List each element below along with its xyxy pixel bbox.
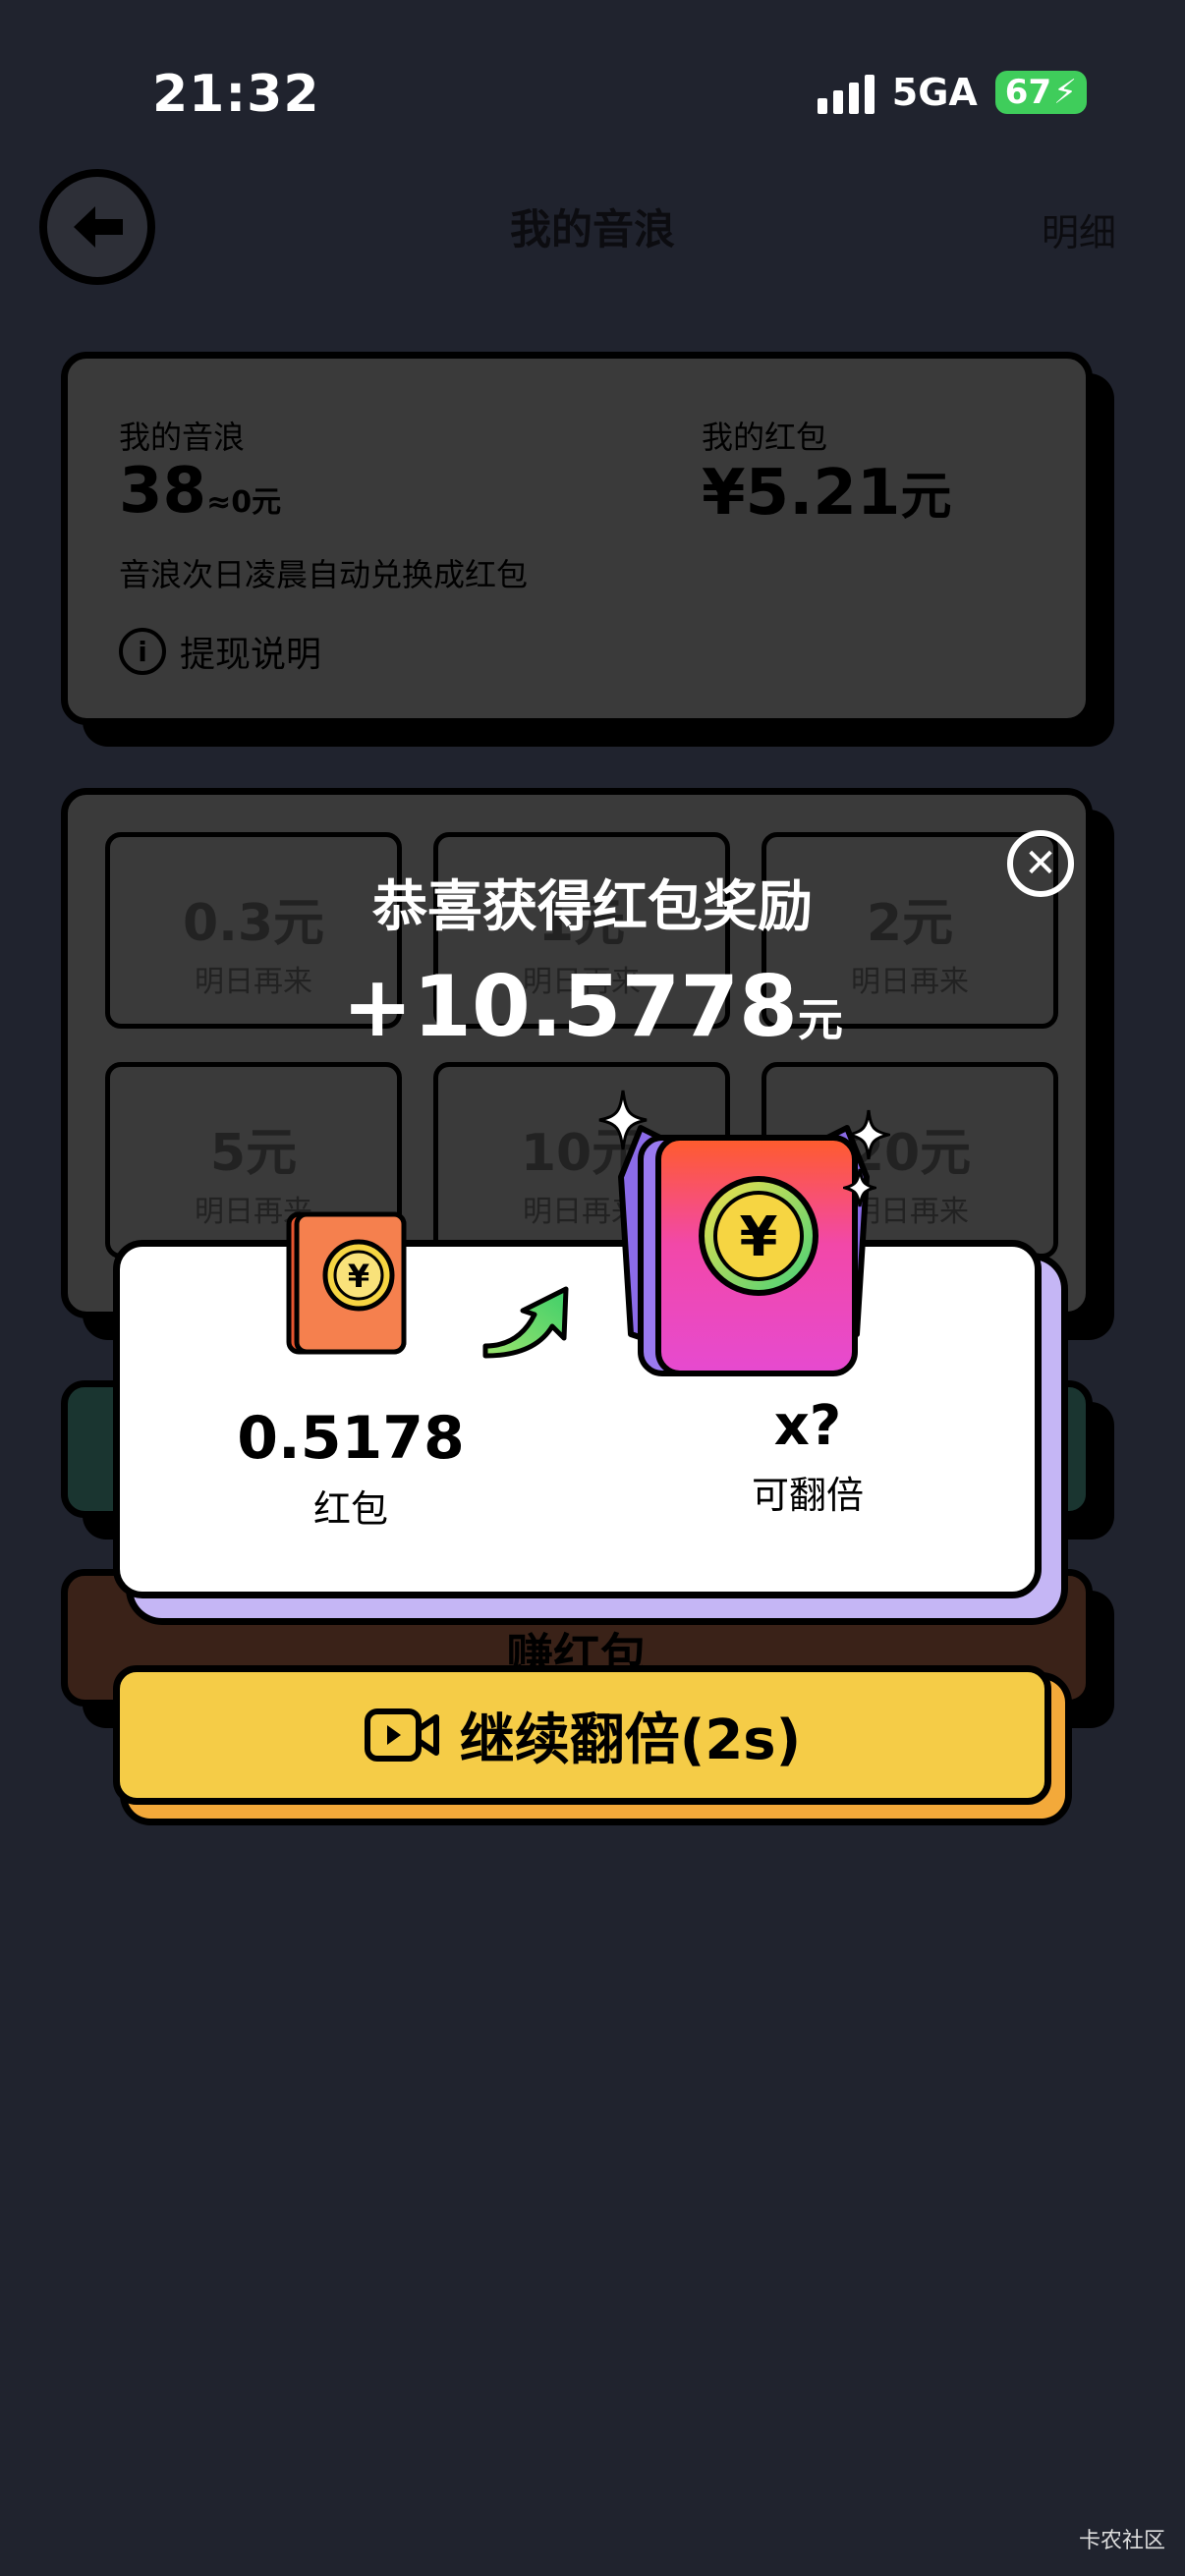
exchange-note: 音浪次日凌晨自动兑换成红包 — [119, 556, 529, 593]
withdraw-info-label: 提现说明 — [180, 635, 322, 675]
upgrade-arrow-icon — [482, 1286, 569, 1359]
svg-text:¥: ¥ — [348, 1258, 369, 1295]
close-button[interactable]: ✕ — [1007, 830, 1074, 897]
network-label: 5GA — [891, 71, 978, 114]
red-packet-amount: 0.5178 — [237, 1404, 465, 1473]
reward-amount-value: +10.5778 — [342, 958, 798, 1056]
red-packet-label: 我的红包 — [702, 419, 828, 456]
reward-title: 恭喜获得红包奖励 — [372, 875, 813, 939]
watermark: 卡农社区 — [1078, 2529, 1165, 2553]
signal-icon — [817, 71, 875, 114]
sparkle-icon — [598, 1090, 648, 1150]
status-indicators: 5GA 67 ⚡ — [817, 71, 1087, 114]
sound-wave-label: 我的音浪 — [119, 419, 246, 456]
battery-icon: 67 ⚡ — [994, 71, 1087, 114]
battery-level: 67 — [1004, 73, 1052, 112]
wallet-card: 我的音浪 38≈0元 我的红包 ¥5.21元 音浪次日凌晨自动兑换成红包 i 提… — [61, 352, 1093, 725]
reward-amount: +10.5778元 — [0, 958, 1185, 1056]
page-title: 我的音浪 — [509, 205, 675, 253]
grid-cell-value: 5元 — [209, 1124, 298, 1183]
continue-double-label: 继续翻倍(2s) — [459, 1708, 802, 1772]
multiplier-label: 可翻倍 — [751, 1474, 864, 1517]
sparkle-icon — [847, 1109, 890, 1160]
svg-text:¥: ¥ — [740, 1205, 778, 1269]
reward-amount-unit: 元 — [797, 993, 843, 1046]
sound-wave-equiv: ≈0元 — [206, 485, 282, 520]
detail-link[interactable]: 明细 — [1042, 202, 1116, 256]
video-icon — [364, 1708, 439, 1762]
status-time: 21:32 — [152, 65, 320, 124]
multiplier-value: x? — [773, 1394, 842, 1458]
withdraw-info-link[interactable]: i 提现说明 — [119, 626, 321, 677]
sparkle-icon — [843, 1168, 876, 1207]
info-icon: i — [119, 628, 166, 675]
red-packet-amount-label: 红包 — [312, 1487, 388, 1531]
continue-double-button[interactable]: 继续翻倍(2s) — [113, 1665, 1051, 1805]
sound-wave-value: 38≈0元 — [119, 455, 282, 528]
red-packet-value: ¥5.21元 — [702, 457, 952, 530]
charging-icon: ⚡ — [1053, 73, 1077, 112]
close-icon: ✕ — [1024, 841, 1057, 886]
red-envelope-small-icon: ¥ — [286, 1211, 407, 1355]
